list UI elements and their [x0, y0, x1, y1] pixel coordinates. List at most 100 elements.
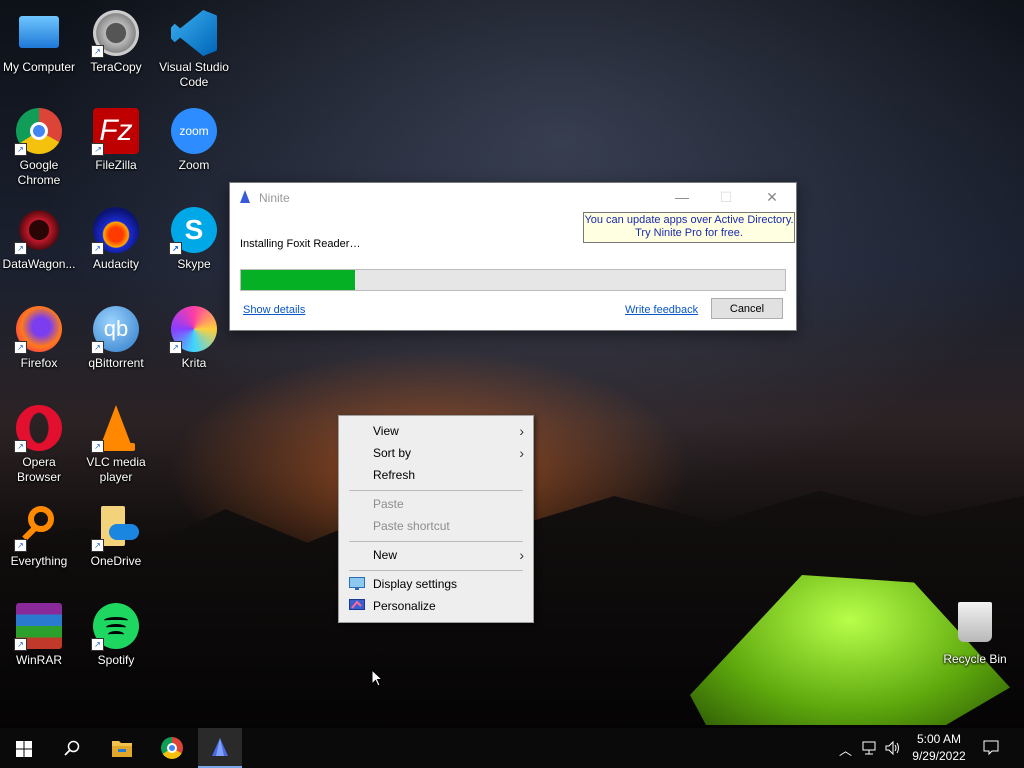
- menu-item-paste[interactable]: Paste: [340, 493, 532, 515]
- desktop-icon-datawagon[interactable]: ↗ DataWagon...: [0, 207, 78, 272]
- menu-separator: [349, 541, 523, 542]
- desktop-icon-filezilla[interactable]: Fz ↗ FileZilla: [77, 108, 155, 173]
- shortcut-arrow-icon: ↗: [91, 143, 104, 156]
- desktop-icon-onedrive[interactable]: ↗ OneDrive: [77, 504, 155, 569]
- desktop-icon-audacity[interactable]: ↗ Audacity: [77, 207, 155, 272]
- install-progress-bar: [240, 269, 786, 291]
- desktop-icon-my-computer[interactable]: My Computer: [0, 10, 78, 75]
- menu-item-label: View: [373, 424, 399, 438]
- shortcut-arrow-icon: ↗: [14, 341, 27, 354]
- desktop-icon-spotify[interactable]: ↗ Spotify: [77, 603, 155, 668]
- teracopy-icon: ↗: [91, 10, 139, 58]
- clock[interactable]: 5:00 AM 9/29/2022: [905, 731, 973, 765]
- network-icon[interactable]: [862, 741, 878, 755]
- write-feedback-link[interactable]: Write feedback: [625, 304, 698, 316]
- menu-item-refresh[interactable]: Refresh: [340, 464, 532, 486]
- desktop-icon-label: Everything: [10, 554, 68, 568]
- search-button[interactable]: [48, 728, 96, 768]
- desktop-icon-label: Zoom: [178, 158, 210, 172]
- spotify-icon: ↗: [91, 603, 139, 651]
- vscode-icon: [171, 10, 217, 56]
- desktop-icon-label: Google Chrome: [17, 158, 61, 187]
- desktop-icon-opera[interactable]: ↗ Opera Browser: [0, 405, 78, 485]
- desktop-icon-winrar[interactable]: ↗ WinRAR: [0, 603, 78, 668]
- shortcut-arrow-icon: ↗: [14, 242, 27, 255]
- desktop-icon-vlc[interactable]: ↗ VLC media player: [77, 405, 155, 485]
- shortcut-arrow-icon: ↗: [91, 638, 104, 651]
- shortcut-arrow-icon: ↗: [169, 242, 182, 255]
- shortcut-arrow-icon: ↗: [91, 341, 104, 354]
- menu-item-personalize[interactable]: Personalize: [340, 595, 532, 617]
- winrar-icon: ↗: [14, 603, 62, 651]
- desktop-icon-label: qBittorrent: [88, 356, 144, 370]
- desktop-icon-recycle-bin[interactable]: Recycle Bin: [936, 602, 1014, 667]
- cancel-button[interactable]: Cancel: [711, 298, 783, 319]
- desktop-icon-label: VLC media player: [86, 455, 146, 484]
- desktop-icon-label: Audacity: [92, 257, 140, 271]
- desktop-icon-label: WinRAR: [15, 653, 62, 667]
- everything-icon: ↗: [14, 504, 62, 552]
- taskbar-file-explorer[interactable]: [98, 728, 146, 768]
- shortcut-arrow-icon: ↗: [91, 539, 104, 552]
- shortcut-arrow-icon: ↗: [91, 45, 104, 58]
- ninite-titlebar[interactable]: Ninite — ☐ ✕: [230, 183, 796, 211]
- taskbar-ninite[interactable]: [198, 728, 242, 768]
- desktop-icon-teracopy[interactable]: ↗ TeraCopy: [77, 10, 155, 75]
- ad-line-2: Try Ninite Pro for free.: [635, 227, 743, 239]
- datawagon-icon: ↗: [14, 207, 62, 255]
- audacity-icon: ↗: [91, 207, 139, 255]
- ninite-pro-ad[interactable]: You can update apps over Active Director…: [583, 212, 795, 243]
- desktop-icon-google-chrome[interactable]: ↗ Google Chrome: [0, 108, 78, 188]
- computer-icon: [19, 16, 59, 48]
- desktop-icon-label: Visual Studio Code: [159, 60, 229, 89]
- shortcut-arrow-icon: ↗: [14, 539, 27, 552]
- desktop-icon-skype[interactable]: S ↗ Skype: [155, 207, 233, 272]
- shortcut-arrow-icon: ↗: [91, 440, 104, 453]
- desktop-icon-vscode[interactable]: Visual Studio Code: [155, 10, 233, 90]
- minimize-button[interactable]: —: [660, 185, 704, 209]
- maximize-button[interactable]: ☐: [704, 185, 748, 209]
- menu-item-label: Display settings: [373, 577, 458, 591]
- volume-icon[interactable]: [885, 741, 901, 755]
- windows-logo-icon: [16, 741, 32, 757]
- notifications-icon[interactable]: [983, 740, 999, 756]
- desktop-icon-everything[interactable]: ↗ Everything: [0, 504, 78, 569]
- recycle-bin-icon: [958, 602, 992, 642]
- desktop-icon-label: Opera Browser: [16, 455, 61, 484]
- shortcut-arrow-icon: ↗: [91, 242, 104, 255]
- chevron-right-icon: ›: [519, 445, 524, 461]
- menu-item-new[interactable]: New ›: [340, 544, 532, 566]
- menu-separator: [349, 570, 523, 571]
- desktop-icon-firefox[interactable]: ↗ Firefox: [0, 306, 78, 371]
- show-hidden-icons-chevron-up-icon[interactable]: ︿: [839, 740, 852, 759]
- filezilla-icon: Fz ↗: [91, 108, 139, 156]
- menu-item-label: Personalize: [373, 599, 436, 613]
- install-status-text: Installing Foxit Reader…: [240, 238, 361, 250]
- desktop-icon-label: DataWagon...: [2, 257, 76, 271]
- desktop-icon-qbittorrent[interactable]: qb ↗ qBittorrent: [77, 306, 155, 371]
- opera-icon: ↗: [14, 405, 62, 453]
- vlc-icon: ↗: [91, 405, 139, 453]
- menu-item-label: Paste: [373, 497, 404, 511]
- show-details-link[interactable]: Show details: [243, 304, 305, 316]
- menu-item-sort-by[interactable]: Sort by ›: [340, 442, 532, 464]
- shortcut-arrow-icon: ↗: [14, 143, 27, 156]
- taskbar-chrome[interactable]: [148, 728, 196, 768]
- menu-item-label: Sort by: [373, 446, 412, 460]
- chevron-right-icon: ›: [519, 423, 524, 439]
- mouse-cursor-icon: [371, 669, 383, 687]
- close-button[interactable]: ✕: [750, 185, 794, 209]
- start-button[interactable]: [0, 728, 48, 768]
- menu-item-display-settings[interactable]: Display settings: [340, 573, 532, 595]
- desktop-icon-krita[interactable]: ↗ Krita: [155, 306, 233, 371]
- desktop-icon-zoom[interactable]: zoom Zoom: [155, 108, 233, 173]
- onedrive-icon: ↗: [91, 504, 139, 552]
- skype-icon: S ↗: [169, 207, 217, 255]
- desktop-icon-label: Spotify: [97, 653, 135, 667]
- personalize-icon: [349, 599, 365, 610]
- menu-item-paste-shortcut[interactable]: Paste shortcut: [340, 515, 532, 537]
- menu-item-view[interactable]: View ›: [340, 420, 532, 442]
- desktop-context-menu: View › Sort by › Refresh Paste Paste sho…: [338, 415, 534, 623]
- chrome-icon: [161, 737, 183, 759]
- chevron-right-icon: ›: [519, 547, 524, 563]
